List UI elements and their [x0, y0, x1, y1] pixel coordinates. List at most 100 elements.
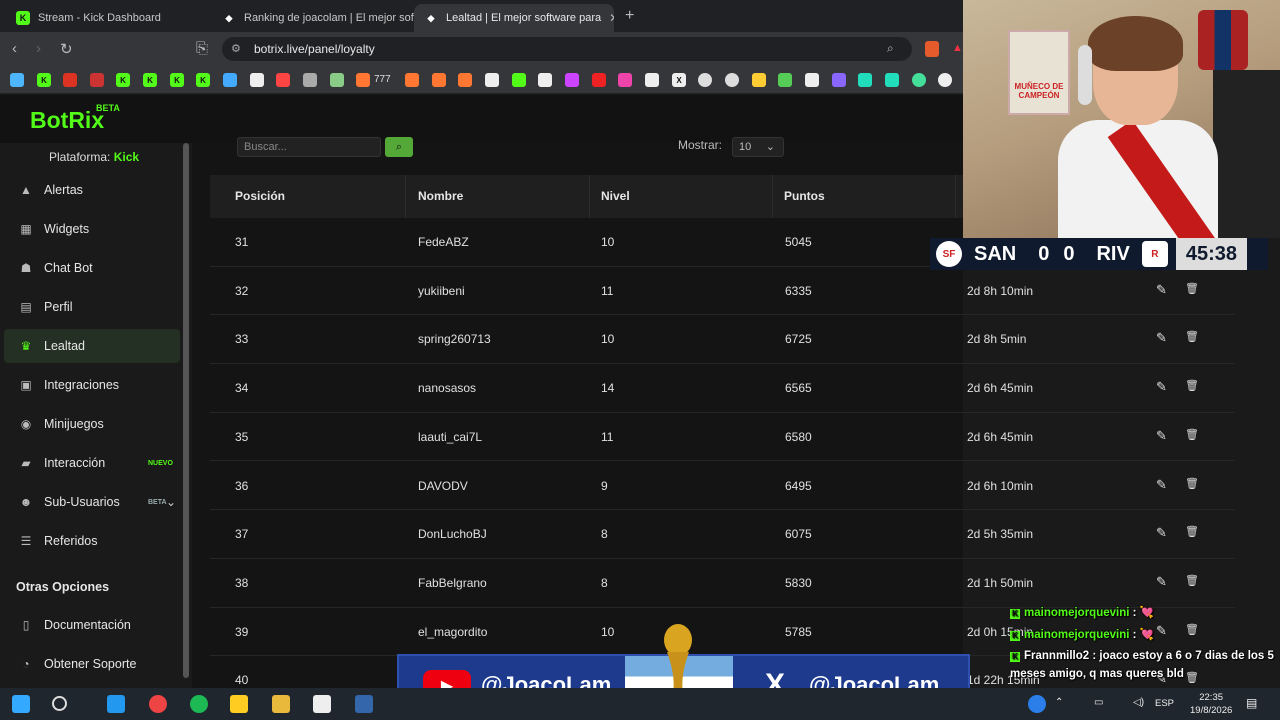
bookmark-app-icon[interactable] [485, 73, 499, 87]
delete-trash-icon[interactable]: 🗑 [1185, 574, 1199, 587]
search-input[interactable]: Buscar... [237, 137, 381, 157]
bookmark-kick-icon[interactable]: K [196, 73, 210, 87]
delete-trash-icon[interactable]: 🗑 [1185, 671, 1199, 684]
bookmark-app-icon[interactable] [432, 73, 446, 87]
delete-trash-icon[interactable]: 🗑 [1185, 477, 1199, 490]
windows-start-icon[interactable] [12, 695, 30, 713]
folder-icon[interactable] [272, 695, 290, 713]
sidebar-scrollbar[interactable] [183, 143, 189, 678]
sidebar-item-widgets[interactable]: ▦ Widgets [4, 212, 180, 246]
language-indicator[interactable]: ESP [1155, 698, 1174, 709]
edit-pencil-icon[interactable]: ✎ [1156, 623, 1167, 639]
search-button[interactable]: ⌕ [385, 137, 413, 157]
header-position[interactable]: Posición [235, 189, 285, 203]
taskbar-app-icon[interactable] [355, 695, 373, 713]
bookmark-app-icon[interactable] [832, 73, 846, 87]
header-level[interactable]: Nivel [601, 189, 630, 203]
bookmark-kick-icon[interactable]: K [37, 73, 51, 87]
bookmark-app-icon[interactable] [912, 73, 926, 87]
brave-shield-icon[interactable] [925, 41, 939, 57]
botrix-logo[interactable]: BotRix [30, 107, 104, 134]
bookmark-app-icon[interactable] [725, 73, 739, 87]
search-icon[interactable] [52, 696, 67, 711]
bookmark-app-icon[interactable] [458, 73, 472, 87]
zoom-icon[interactable]: ⌕ [887, 41, 894, 56]
delete-trash-icon[interactable]: 🗑 [1185, 330, 1199, 343]
spotify-icon[interactable] [190, 695, 208, 713]
sidebar-item-documentacin[interactable]: ▯ Documentación [4, 608, 180, 642]
bookmark-app-icon[interactable] [565, 73, 579, 87]
volume-icon[interactable]: ◁) [1133, 697, 1144, 708]
bookmark-tiktok-icon[interactable] [645, 73, 659, 87]
bookmark-app-icon[interactable] [885, 73, 899, 87]
edit-pencil-icon[interactable]: ✎ [1156, 574, 1167, 590]
new-tab-button[interactable]: + [625, 7, 634, 25]
reload-icon[interactable]: ↻ [60, 40, 73, 58]
bookmark-drive-icon[interactable] [10, 73, 24, 87]
bookmark-app-icon[interactable] [330, 73, 344, 87]
browser-tab-ranking[interactable]: ◆ Ranking de joacolam | El mejor softw [212, 4, 417, 32]
brave-rewards-icon[interactable]: ▲ [952, 42, 963, 54]
bookmark-app-icon[interactable] [858, 73, 872, 87]
forward-arrow-icon[interactable]: › [36, 40, 41, 57]
bookmark-app-icon[interactable] [63, 73, 77, 87]
help-icon[interactable] [1028, 695, 1046, 713]
edit-pencil-icon[interactable]: ✎ [1156, 525, 1167, 541]
chevron-down-icon[interactable]: ⌄ [166, 495, 176, 509]
bookmark-kick-icon[interactable]: K [116, 73, 130, 87]
file-explorer-icon[interactable] [230, 695, 248, 713]
page-scrollbar[interactable] [1268, 270, 1276, 605]
bookmark-app-icon[interactable] [90, 73, 104, 87]
bookmark-kick-icon[interactable]: K [143, 73, 157, 87]
sidebar-item-integraciones[interactable]: ▣ Integraciones [4, 368, 180, 402]
edit-pencil-icon[interactable]: ✎ [1156, 282, 1167, 298]
chrome-icon[interactable] [149, 695, 167, 713]
system-clock[interactable]: 22:35 19/8/2026 [1190, 691, 1232, 717]
delete-trash-icon[interactable]: 🗑 [1185, 525, 1199, 538]
bookmark-app-icon[interactable] [512, 73, 526, 87]
sidebar-item-interaccin[interactable]: ▰ Interacción NUEVO [4, 446, 180, 480]
edit-pencil-icon[interactable]: ✎ [1156, 428, 1167, 444]
bookmark-app-icon[interactable] [303, 73, 317, 87]
delete-trash-icon[interactable]: 🗑 [1185, 379, 1199, 392]
delete-trash-icon[interactable]: 🗑 [1185, 428, 1199, 441]
bookmark-app-icon[interactable] [698, 73, 712, 87]
sidebar-item-referidos[interactable]: ☰ Referidos [4, 524, 180, 558]
sidebar-item-subusuarios[interactable]: ☻ Sub-Usuarios BETA ⌄ [4, 485, 180, 519]
capcut-icon[interactable] [313, 695, 331, 713]
browser-tab-lealtad[interactable]: ◆ Lealtad | El mejor software para ✕ [414, 4, 614, 32]
bookmark-kick-icon[interactable]: K [170, 73, 184, 87]
bookmark-app-icon[interactable] [778, 73, 792, 87]
bookmark-x-icon[interactable]: X [672, 73, 686, 87]
site-info-icon[interactable]: ⚙ [231, 42, 241, 55]
tray-chevron-icon[interactable]: ⌃ [1055, 697, 1063, 708]
bookmark-app-icon[interactable] [752, 73, 766, 87]
bookmark-app-icon[interactable] [223, 73, 237, 87]
url-field[interactable]: ⚙ botrix.live/panel/loyalty ⌕ [222, 37, 912, 61]
bookmark-label[interactable]: 777 [374, 74, 391, 85]
delete-trash-icon[interactable]: 🗑 [1185, 623, 1199, 636]
bookmark-instagram-icon[interactable] [618, 73, 632, 87]
bookmark-icon[interactable]: ⎘ [196, 40, 208, 57]
bookmark-app-icon[interactable] [938, 73, 952, 87]
battery-icon[interactable]: ▭ [1094, 697, 1103, 708]
sidebar-item-chatbot[interactable]: ☗ Chat Bot [4, 251, 180, 285]
sidebar-item-minijuegos[interactable]: ◉ Minijuegos [4, 407, 180, 441]
sidebar-item-obtenersoporte[interactable]: ◔ Obtener Soporte [4, 647, 180, 681]
sidebar-item-perfil[interactable]: ▤ Perfil [4, 290, 180, 324]
bookmark-app-icon[interactable] [538, 73, 552, 87]
header-points[interactable]: Puntos [784, 189, 825, 203]
edit-pencil-icon[interactable]: ✎ [1156, 477, 1167, 493]
browser-tab-kick[interactable]: K Stream - Kick Dashboard [6, 4, 206, 32]
bookmark-app-icon[interactable] [805, 73, 819, 87]
header-name[interactable]: Nombre [418, 189, 463, 203]
edit-pencil-icon[interactable]: ✎ [1156, 379, 1167, 395]
bookmark-app-icon[interactable] [250, 73, 264, 87]
edit-pencil-icon[interactable]: ✎ [1156, 330, 1167, 346]
bookmark-youtube-icon[interactable] [592, 73, 606, 87]
back-arrow-icon[interactable]: ‹ [12, 40, 17, 57]
bookmark-app-icon[interactable] [276, 73, 290, 87]
show-entries-select[interactable]: 10 ⌄ [732, 137, 784, 157]
close-tab-icon[interactable]: ✕ [601, 11, 614, 25]
notifications-icon[interactable]: ▤ [1246, 696, 1257, 710]
